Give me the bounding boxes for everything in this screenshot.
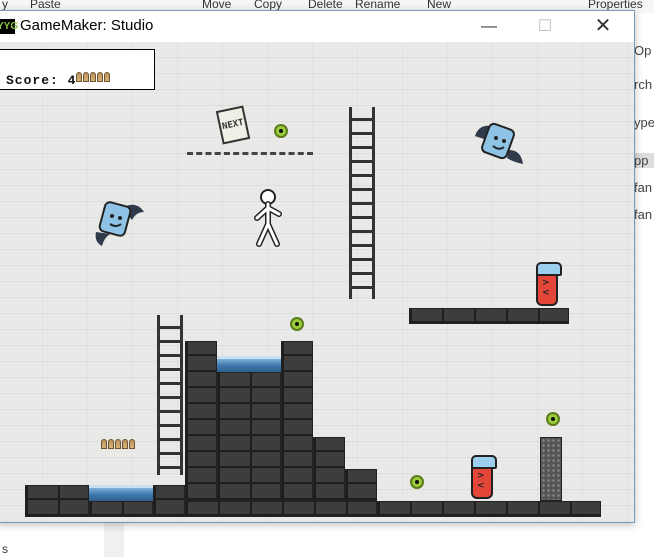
bullet-icon — [122, 439, 128, 449]
coin-pickup-icon — [274, 124, 288, 138]
bullet-icon — [115, 439, 121, 449]
blue-bat-enemy-icon — [475, 122, 523, 164]
window-title: GameMaker: Studio — [20, 17, 154, 34]
stone-step — [345, 469, 377, 501]
red-cup-enemy-icon: >< — [471, 455, 497, 499]
stone-platform — [409, 308, 569, 324]
stone-ground — [377, 501, 601, 517]
coin-pickup-icon — [410, 475, 424, 489]
panel-fragment[interactable]: pp — [634, 153, 654, 168]
bullet-icon — [90, 72, 96, 82]
panel-fragment: Op — [634, 43, 652, 58]
stone-tower — [185, 341, 217, 501]
ammo-pack-pickup-icon — [101, 439, 135, 449]
title-bar[interactable]: YYG GameMaker: Studio — ☐ ✕ — [0, 11, 634, 42]
stone-ground — [89, 501, 153, 517]
stone-tower — [281, 341, 313, 501]
panel-fragment[interactable]: fan — [634, 207, 652, 222]
status-fragment: s — [2, 542, 8, 556]
stone-tower — [217, 372, 281, 501]
player-stickman-icon — [254, 189, 282, 247]
bullet-icon — [97, 72, 103, 82]
water-pool — [89, 485, 153, 501]
stone-ground — [153, 485, 185, 517]
score-label: Score: 4 — [6, 73, 77, 88]
panel-fragment: rch — [634, 77, 653, 92]
red-cup-enemy-icon: >< — [536, 262, 562, 306]
explorer-right-panel: Op rch ype pp fan fan — [632, 13, 654, 557]
bullet-icon — [76, 72, 82, 82]
ammo-indicator — [76, 72, 110, 82]
bullet-icon — [108, 439, 114, 449]
bullet-icon — [129, 439, 135, 449]
maximize-button[interactable]: ☐ — [522, 11, 568, 42]
close-button[interactable]: ✕ — [580, 11, 626, 42]
coin-pickup-icon — [290, 317, 304, 331]
water-pool — [217, 356, 281, 372]
sketch-platform — [187, 152, 313, 158]
scrollbar[interactable] — [104, 522, 124, 557]
minimize-button[interactable]: — — [466, 11, 512, 42]
gamemaker-logo-icon: YYG — [0, 19, 18, 34]
bullet-icon — [83, 72, 89, 82]
game-canvas[interactable]: Score: 4 NEXT >< >< — [0, 42, 634, 522]
bullet-icon — [101, 439, 107, 449]
cobblestone-pillar — [540, 437, 562, 501]
ladder — [157, 315, 183, 475]
next-level-sign-icon: NEXT — [215, 105, 251, 145]
bullet-icon — [104, 72, 110, 82]
panel-fragment: ype — [634, 115, 654, 130]
stone-ground — [25, 485, 89, 517]
coin-pickup-icon — [546, 412, 560, 426]
panel-fragment[interactable]: fan — [634, 180, 652, 195]
stone-ground — [185, 501, 377, 517]
explorer-bottom: s — [0, 522, 632, 557]
game-window: YYG GameMaker: Studio — ☐ ✕ Score: 4 NEX… — [0, 10, 635, 523]
stone-step — [313, 437, 345, 501]
score-panel: Score: 4 — [0, 49, 155, 90]
blue-bat-enemy-icon — [95, 201, 144, 246]
ladder — [349, 107, 375, 299]
